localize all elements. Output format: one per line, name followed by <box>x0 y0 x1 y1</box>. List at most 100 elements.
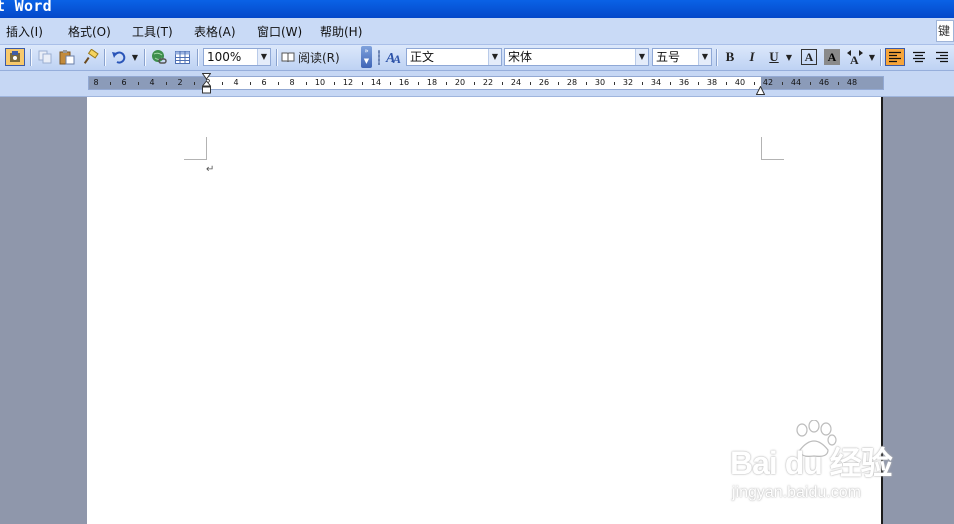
ruler-tick-label: 18 <box>426 78 438 87</box>
ruler-tick <box>446 82 447 85</box>
ruler-tick <box>782 82 783 85</box>
underline-button[interactable]: U <box>766 48 782 66</box>
align-center-button[interactable] <box>909 48 929 66</box>
ruler-tick <box>166 82 167 85</box>
ruler-tick-label: 32 <box>622 78 634 87</box>
ruler-tick-label: 8 <box>93 78 99 87</box>
chevron-down-icon[interactable]: ▼ <box>635 49 648 65</box>
zoom-combo[interactable]: 100% ▼ <box>203 48 271 66</box>
ruler-tick-label: 44 <box>790 78 802 87</box>
menu-window[interactable]: 窗口(W) <box>257 23 302 40</box>
ruler-tick <box>306 82 307 85</box>
paste-icon[interactable] <box>58 48 76 66</box>
ruler-tick-label: 14 <box>370 78 382 87</box>
ruler-tick <box>222 82 223 85</box>
copy-icon[interactable] <box>36 48 54 66</box>
ruler-tick <box>474 82 475 85</box>
character-scaling-icon[interactable]: A <box>845 48 865 66</box>
ruler-tick-label: 36 <box>678 78 690 87</box>
undo-dropdown-icon[interactable]: ▼ <box>130 48 140 66</box>
ruler-tick <box>586 82 587 85</box>
ask-question-box[interactable]: 键 <box>936 20 954 42</box>
menu-table[interactable]: 表格(A) <box>194 23 236 40</box>
menu-format[interactable]: 格式(O) <box>68 23 111 40</box>
indent-marker-icon[interactable] <box>201 73 212 95</box>
italic-button[interactable]: I <box>744 48 760 66</box>
toolbar-grip <box>378 50 380 65</box>
ruler-tick-label: 30 <box>594 78 606 87</box>
hyperlink-icon[interactable] <box>150 48 168 66</box>
toolbar-options-icon[interactable]: » ▼ <box>361 46 372 68</box>
toolbar-separator <box>197 49 198 66</box>
ruler-tick <box>418 82 419 85</box>
underline-dropdown-icon[interactable]: ▼ <box>784 48 794 66</box>
ruler-tick-label: 2 <box>177 78 183 87</box>
menu-help[interactable]: 帮助(H) <box>320 23 362 40</box>
toolbar-separator <box>144 49 145 66</box>
scaling-dropdown-icon[interactable]: ▼ <box>867 48 877 66</box>
ruler-tick-label: 6 <box>121 78 127 87</box>
ruler-tick-label: 12 <box>342 78 354 87</box>
ruler-tick-label: 4 <box>149 78 155 87</box>
menu-insert[interactable]: 插入(I) <box>6 23 43 40</box>
ruler-tick-label: 4 <box>233 78 239 87</box>
ruler-tick <box>138 82 139 85</box>
ruler-tick-label: 28 <box>566 78 578 87</box>
ruler-tick <box>362 82 363 85</box>
font-value: 宋体 <box>508 50 533 64</box>
font-combo[interactable]: 宋体 ▼ <box>504 48 649 66</box>
styles-icon[interactable]: AA <box>384 48 404 66</box>
ruler-tick <box>670 82 671 85</box>
ruler-tick <box>810 82 811 85</box>
baidu-watermark: Bai du 经验 jingyan.baidu.com <box>730 418 893 501</box>
svg-text:A: A <box>392 52 401 65</box>
character-border-button[interactable]: A <box>801 49 817 65</box>
right-indent-marker-icon[interactable] <box>755 80 766 95</box>
chevron-down-icon[interactable]: ▼ <box>257 49 270 65</box>
bold-button[interactable]: B <box>722 48 738 66</box>
character-shading-button[interactable]: A <box>824 49 840 65</box>
read-button[interactable]: 阅读(R) <box>281 48 347 66</box>
ruler-tick <box>250 82 251 85</box>
ruler-tick-label: 24 <box>510 78 522 87</box>
ruler-tick <box>110 82 111 85</box>
window-title: t Word <box>0 0 52 15</box>
ruler-tick-label: 38 <box>706 78 718 87</box>
ruler-tick <box>390 82 391 85</box>
watermark-url: jingyan.baidu.com <box>732 484 861 501</box>
chevron-down-icon[interactable]: ▼ <box>698 49 711 65</box>
menu-tools[interactable]: 工具(T) <box>132 23 173 40</box>
undo-icon[interactable] <box>110 48 128 66</box>
research-icon[interactable] <box>5 48 25 66</box>
paragraph-mark: ↵ <box>206 164 215 175</box>
toolbar-separator <box>104 49 105 66</box>
align-right-button[interactable] <box>932 48 952 66</box>
ruler-tick <box>558 82 559 85</box>
align-left-button[interactable] <box>885 48 905 66</box>
style-value: 正文 <box>410 50 435 64</box>
ruler-tick-label: 26 <box>538 78 550 87</box>
ruler-tick <box>530 82 531 85</box>
watermark-brand: Bai du 经验 <box>730 445 893 481</box>
ruler-tick <box>726 82 727 85</box>
ruler-tick-label: 34 <box>650 78 662 87</box>
ruler-tick <box>698 82 699 85</box>
chevron-down-icon[interactable]: ▼ <box>488 49 501 65</box>
ruler-tick <box>278 82 279 85</box>
crop-mark-top-left <box>184 137 207 160</box>
ruler-tick-label: 40 <box>734 78 746 87</box>
font-size-combo[interactable]: 五号 ▼ <box>652 48 712 66</box>
ruler-tick <box>614 82 615 85</box>
format-painter-icon[interactable] <box>82 48 100 66</box>
zoom-value: 100% <box>207 50 242 64</box>
menu-bar: 插入(I) 格式(O) 工具(T) 表格(A) 窗口(W) 帮助(H) 键 <box>0 18 954 45</box>
table-icon[interactable] <box>173 48 191 66</box>
ruler-tick <box>754 82 755 85</box>
style-combo[interactable]: 正文 ▼ <box>406 48 502 66</box>
ruler-tick <box>502 82 503 85</box>
ruler-tick-label: 22 <box>482 78 494 87</box>
size-value: 五号 <box>656 50 681 64</box>
ruler-tick-label: 20 <box>454 78 466 87</box>
toolbar-separator <box>880 49 881 66</box>
ruler-tick <box>838 82 839 85</box>
